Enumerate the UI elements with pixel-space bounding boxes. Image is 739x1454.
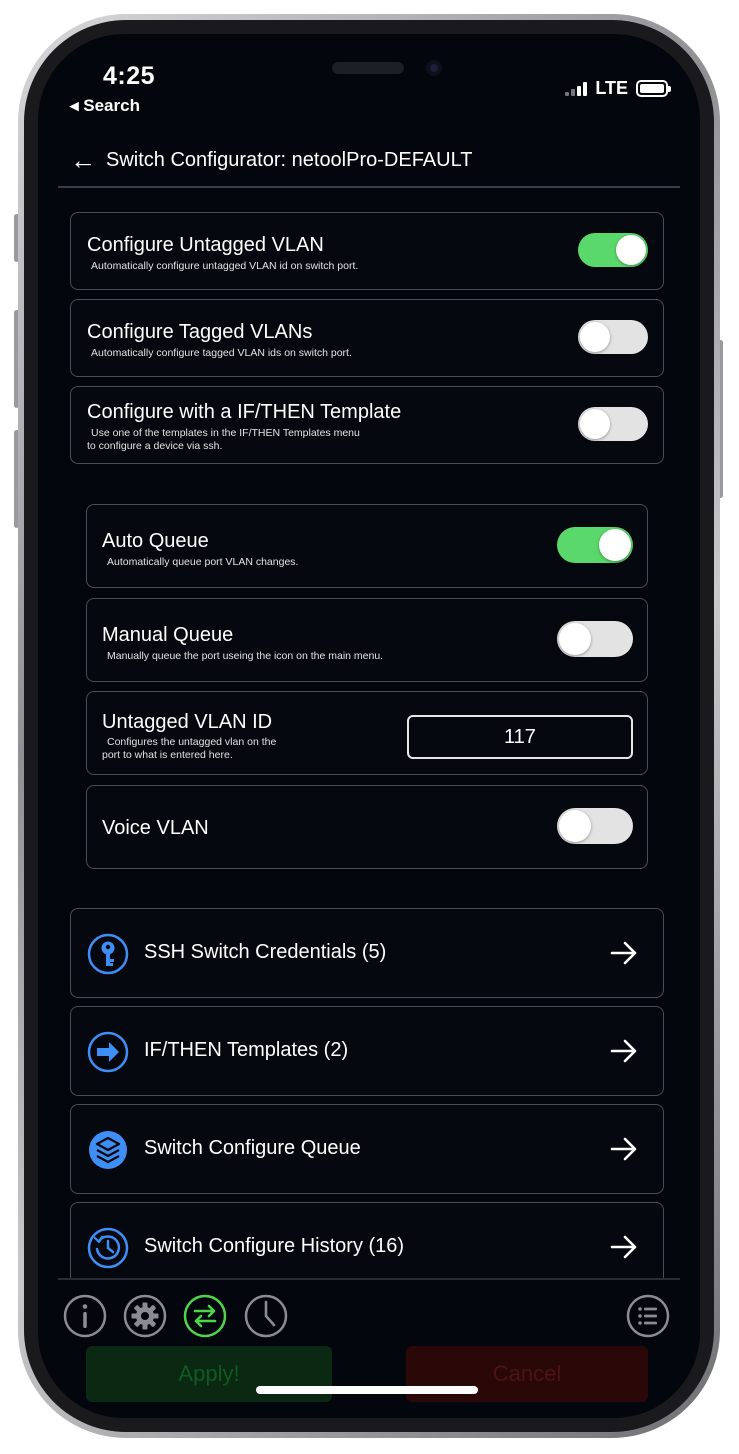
- clock-icon[interactable]: [244, 1294, 288, 1338]
- back-arrow-icon[interactable]: ←: [58, 145, 98, 176]
- arrow-right-icon: [610, 1137, 637, 1161]
- link-label: Switch Configure Queue: [144, 1137, 361, 1159]
- page-title: Switch Configurator: netoolPro-DEFAULT: [106, 148, 473, 171]
- app-screen: 4:25 ◂ Search LTE ← Switch Configurator:…: [38, 34, 700, 1418]
- arrow-right-icon: [610, 1235, 637, 1259]
- option-title: Voice VLAN: [102, 817, 209, 839]
- link-label: IF/THEN Templates (2): [144, 1039, 349, 1061]
- option-title: Configure with a IF/THEN Template: [87, 401, 402, 423]
- option-untagged-vlan: Configure Untagged VLAN Automatically co…: [70, 212, 664, 290]
- option-ifthen-template: Configure with a IF/THEN Template Use on…: [70, 386, 664, 464]
- link-configure-queue[interactable]: Switch Configure Queue: [70, 1104, 664, 1194]
- auto-queue-toggle[interactable]: [557, 527, 633, 563]
- option-subtitle-line1: Configures the untagged vlan on the: [107, 736, 277, 748]
- navigation-bar: ← Switch Configurator: netoolPro-DEFAULT: [58, 134, 680, 188]
- tagged-vlans-toggle[interactable]: [578, 320, 648, 354]
- option-title: Manual Queue: [102, 624, 234, 646]
- option-title: Auto Queue: [102, 530, 209, 552]
- option-subtitle: Automatically configure tagged VLAN ids …: [91, 347, 352, 359]
- key-icon: [87, 933, 129, 975]
- option-title: Untagged VLAN ID: [102, 711, 273, 733]
- arrow-right-icon: [610, 941, 637, 965]
- option-subtitle: Manually queue the port useing the icon …: [107, 650, 384, 662]
- voice-vlan-toggle[interactable]: [557, 808, 633, 844]
- option-subtitle: Automatically queue port VLAN changes.: [107, 556, 299, 568]
- option-manual-queue: Manual Queue Manually queue the port use…: [86, 598, 648, 682]
- back-to-search-link[interactable]: ◂ Search: [70, 96, 140, 116]
- list-menu-icon[interactable]: [626, 1294, 670, 1338]
- status-time: 4:25: [103, 62, 156, 90]
- option-subtitle-line2: to configure a device via ssh.: [87, 440, 223, 452]
- link-ifthen-templates[interactable]: IF/THEN Templates (2): [70, 1006, 664, 1096]
- swap-arrows-icon[interactable]: [183, 1294, 227, 1338]
- link-label: Switch Configure History (16): [144, 1235, 405, 1257]
- option-untagged-vlan-id: Untagged VLAN ID Configures the untagged…: [86, 691, 648, 775]
- status-indicators: LTE: [565, 78, 671, 99]
- battery-icon: [636, 80, 671, 97]
- earpiece-speaker: [332, 62, 404, 74]
- home-indicator[interactable]: [256, 1386, 478, 1394]
- gear-icon[interactable]: [123, 1294, 167, 1338]
- front-camera: [426, 60, 442, 76]
- ifthen-template-toggle[interactable]: [578, 407, 648, 441]
- option-voice-vlan: Voice VLAN: [86, 785, 648, 869]
- manual-queue-toggle[interactable]: [557, 621, 633, 657]
- untagged-vlan-id-input[interactable]: 117: [407, 715, 633, 759]
- tabbar-divider: [58, 1278, 680, 1280]
- history-icon: [87, 1227, 129, 1269]
- layers-icon: [89, 1131, 127, 1169]
- arrow-circle-icon: [87, 1031, 129, 1073]
- untagged-vlan-toggle[interactable]: [578, 233, 648, 267]
- network-label: LTE: [595, 78, 628, 98]
- option-tagged-vlans: Configure Tagged VLANs Automatically con…: [70, 299, 664, 377]
- option-auto-queue: Auto Queue Automatically queue port VLAN…: [86, 504, 648, 588]
- link-label: SSH Switch Credentials (5): [144, 941, 387, 963]
- option-title: Configure Untagged VLAN: [87, 234, 324, 256]
- option-subtitle-line1: Use one of the templates in the IF/THEN …: [91, 427, 360, 439]
- info-icon[interactable]: [63, 1294, 107, 1338]
- arrow-right-icon: [610, 1039, 637, 1063]
- option-subtitle: Automatically configure untagged VLAN id…: [91, 260, 359, 272]
- link-ssh-credentials[interactable]: SSH Switch Credentials (5): [70, 908, 664, 998]
- option-subtitle-line2: port to what is entered here.: [102, 749, 233, 761]
- signal-icon: [565, 81, 588, 96]
- option-title: Configure Tagged VLANs: [87, 321, 313, 343]
